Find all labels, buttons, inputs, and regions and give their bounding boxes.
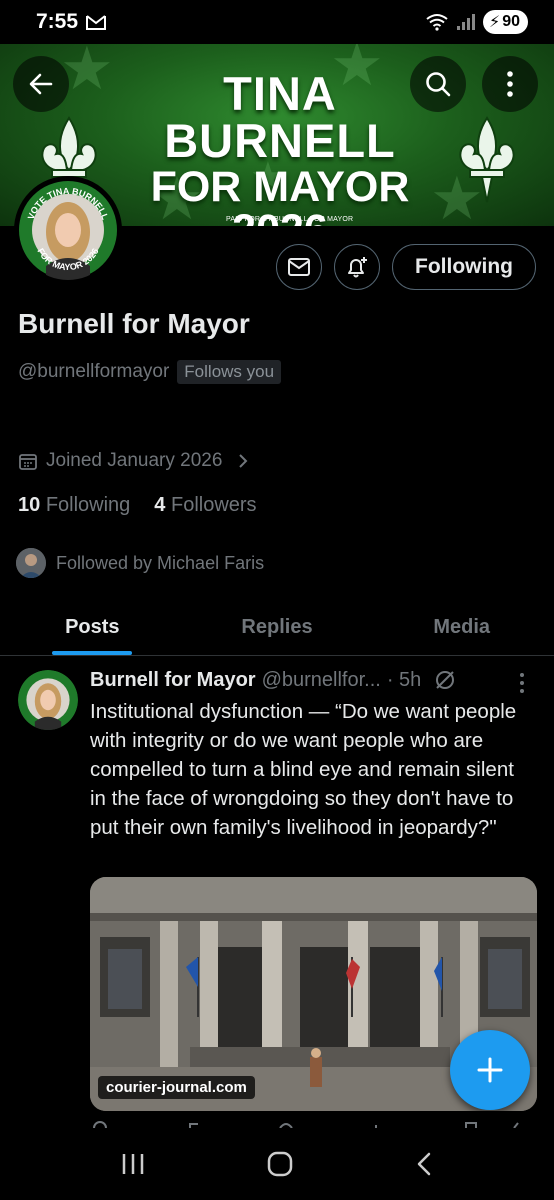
profile-avatar[interactable]: VOTE TINA BURNELL FOR MAYOR 2026 [14,176,122,284]
following-button[interactable]: Following [392,244,536,290]
joined-date[interactable]: Joined January 2026 [18,450,250,472]
post-author-avatar[interactable] [18,670,78,730]
follower-avatar [14,546,48,580]
more-options-button[interactable] [482,56,538,112]
battery-indicator: ⚡ 90 [482,10,528,34]
search-button[interactable] [410,56,466,112]
tab-posts[interactable]: Posts [0,600,185,655]
gmail-icon [86,15,107,30]
followed-by-text: Followed by Michael Faris [56,552,265,573]
post-body: Institutional dysfunction — “Do we want … [90,700,517,839]
handle-row: @burnellformayor Follows you [18,360,282,384]
post-author-handle: @burnellfor... [261,668,381,691]
followed-by[interactable]: Followed by Michael Faris [14,546,264,580]
system-nav-bar [0,1128,554,1200]
banner-disclaimer: PAID FOR BY BURNELL FOR MAYOR [226,216,354,223]
signal-icon [456,14,475,30]
joined-text: Joined January 2026 [46,450,223,471]
media-source-label: courier-journal.com [98,1076,255,1099]
follows-you-badge: Follows you [177,360,282,384]
plus-icon [477,1057,503,1083]
chevron-right-icon [239,454,248,468]
mail-icon [288,258,310,276]
banner-title-line1: TINA BURNELL [164,67,396,167]
avatar-image: VOTE TINA BURNELL FOR MAYOR 2026 [19,181,117,280]
profile-tabs: Posts Replies Media [0,600,554,656]
post-more-icon[interactable] [518,672,526,694]
wifi-icon [426,14,448,31]
profile-display-name: Burnell for Mayor [18,308,250,339]
compose-post-button[interactable] [450,1030,530,1110]
followers-count-link[interactable]: 4 Followers [154,494,256,517]
fleur-de-lis-right [459,116,515,203]
active-tab-indicator [52,651,133,655]
post-avatar-image [18,670,78,730]
banner-title: TINA BURNELL FOR MAYOR 2026 [110,70,450,226]
tab-replies[interactable]: Replies [185,600,370,655]
banner-star: ★ [60,44,114,102]
back-arrow-icon [29,73,53,95]
following-count-link[interactable]: 10 Following [18,494,130,517]
search-icon [426,72,451,97]
tab-media[interactable]: Media [369,600,554,655]
calendar-icon [19,454,37,470]
charging-bolt-icon: ⚡ [488,14,501,31]
back-nav-icon[interactable] [414,1151,434,1177]
post-actions-row [93,1121,519,1128]
post-timestamp: · 5h [386,668,422,691]
profile-handle: @burnellformayor [18,361,170,382]
recents-icon[interactable] [120,1152,146,1176]
status-bar: 7:55 ⚡ 90 [0,0,554,44]
home-icon[interactable] [266,1150,294,1178]
post-header: Burnell for Mayor @burnellfor... · 5h [90,668,540,692]
follow-counts: 10 Following 4 Followers [18,494,257,517]
bell-plus-icon [348,257,367,278]
message-button[interactable] [276,244,322,290]
grok-icon[interactable] [433,668,457,692]
status-time: 7:55 [36,10,79,33]
post-author-name[interactable]: Burnell for Mayor [90,669,256,692]
notifications-button[interactable] [334,244,380,290]
back-button[interactable] [13,56,69,112]
more-vertical-icon [507,71,513,97]
